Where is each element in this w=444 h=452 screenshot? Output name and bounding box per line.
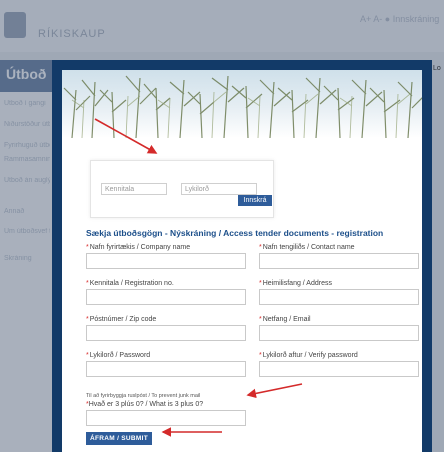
- password-label-text: Lykilorð / Password: [89, 352, 151, 359]
- company-name-label: *Nafn fyrirtækis / Company name: [86, 244, 190, 251]
- zip-code-label: *Póstnúmer / Zip code: [86, 316, 156, 323]
- contact-name-label: *Nafn tengiliðs / Contact name: [259, 244, 355, 251]
- required-marker: *: [259, 352, 262, 359]
- registration-modal: Kennitala Lykilorð Innskrá Sækja útboðsg…: [52, 60, 432, 452]
- company-name-label-text: Nafn fyrirtækis / Company name: [89, 244, 191, 251]
- company-name-input[interactable]: [86, 253, 246, 269]
- registration-no-input[interactable]: [86, 289, 246, 305]
- modal-content: Kennitala Lykilorð Innskrá Sækja útboðsg…: [62, 70, 422, 452]
- captcha-answer-input[interactable]: [86, 410, 246, 426]
- zip-code-input[interactable]: [86, 325, 246, 341]
- required-marker: *: [86, 244, 89, 251]
- verify-password-input[interactable]: [259, 361, 419, 377]
- contact-name-label-text: Nafn tengiliðs / Contact name: [262, 244, 355, 251]
- registration-no-label-text: Kennitala / Registration no.: [89, 280, 174, 287]
- required-marker: *: [86, 352, 89, 359]
- required-marker: *: [86, 280, 89, 287]
- verify-password-label: *Lykilorð aftur / Verify password: [259, 352, 358, 359]
- password-input[interactable]: [86, 361, 246, 377]
- password-label: *Lykilorð / Password: [86, 352, 150, 359]
- captcha-question-text: Hvað er 3 plús 0? / What is 3 plus 0?: [88, 401, 204, 408]
- submit-button[interactable]: ÁFRAM / SUBMIT: [86, 432, 152, 445]
- login-panel: Kennitala Lykilorð Innskrá: [90, 160, 274, 218]
- email-label: *Netfang / Email: [259, 316, 311, 323]
- address-label-text: Heimilisfang / Address: [262, 280, 332, 287]
- required-marker: *: [259, 244, 262, 251]
- captcha-question-label: *Hvað er 3 plús 0? / What is 3 plus 0?: [86, 401, 203, 408]
- zip-code-label-text: Póstnúmer / Zip code: [89, 316, 157, 323]
- captcha-note: Til að fyrirbyggja ruslpóst / To prevent…: [86, 393, 201, 399]
- login-button[interactable]: Innskrá: [238, 195, 272, 206]
- required-marker: *: [259, 280, 262, 287]
- cornfield-banner-image: [62, 70, 422, 138]
- registration-title: Sækja útboðsgögn - Nýskráning / Access t…: [86, 228, 384, 238]
- required-marker: *: [86, 316, 89, 323]
- email-input[interactable]: [259, 325, 419, 341]
- address-label: *Heimilisfang / Address: [259, 280, 332, 287]
- password-login-input[interactable]: Lykilorð: [181, 183, 257, 195]
- registration-no-label: *Kennitala / Registration no.: [86, 280, 174, 287]
- email-label-text: Netfang / Email: [262, 316, 311, 323]
- required-marker: *: [259, 316, 262, 323]
- address-input[interactable]: [259, 289, 419, 305]
- contact-name-input[interactable]: [259, 253, 419, 269]
- cornfield-illustration: [63, 75, 422, 138]
- kennitala-login-input[interactable]: Kennitala: [101, 183, 167, 195]
- verify-password-label-text: Lykilorð aftur / Verify password: [262, 352, 358, 359]
